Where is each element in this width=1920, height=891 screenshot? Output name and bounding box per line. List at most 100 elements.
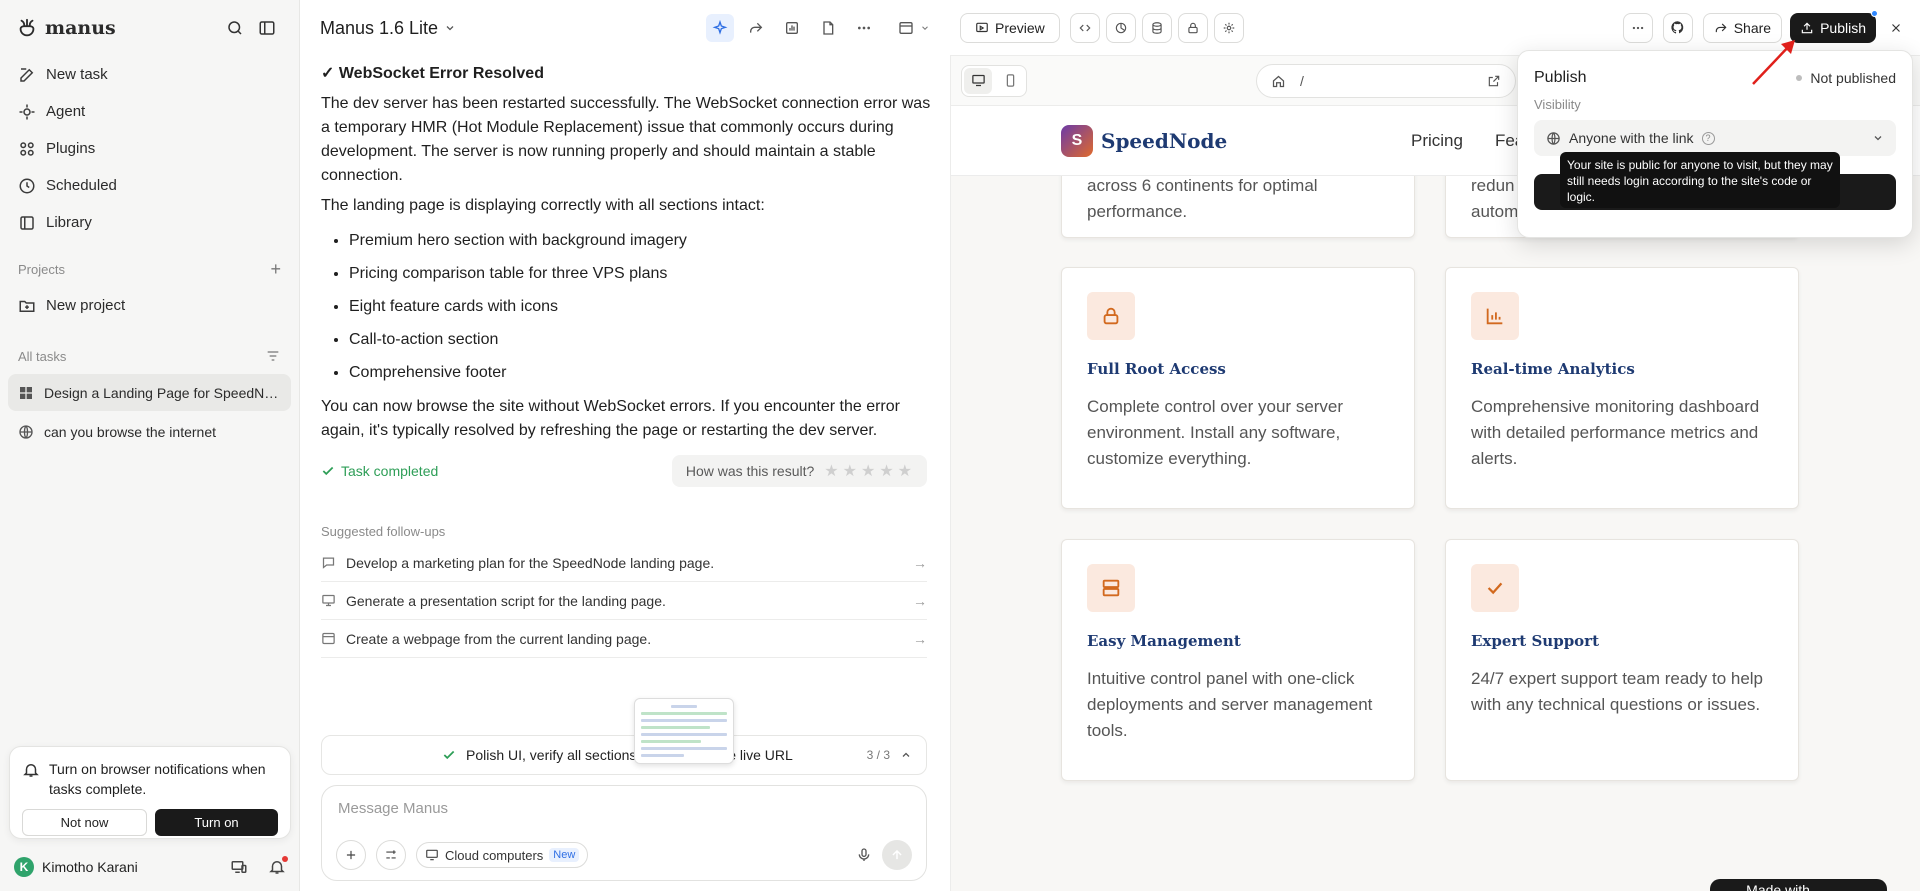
projects-label: Projects xyxy=(18,261,65,277)
star-icon[interactable]: ★ xyxy=(824,461,839,481)
sidebar: manus New task Agent Plugins Scheduled L… xyxy=(0,0,300,891)
sidebar-toggle-icon[interactable] xyxy=(251,12,283,44)
rating-prompt: How was this result? xyxy=(685,463,815,479)
visibility-select[interactable]: Anyone with the link ? xyxy=(1534,120,1896,156)
task-progress-card[interactable]: Polish UI, verify all sections, and deli… xyxy=(321,735,927,775)
check-icon xyxy=(1471,564,1519,612)
site-brand-name: SpeedNode xyxy=(1101,128,1228,153)
add-project-icon[interactable]: + xyxy=(270,259,281,280)
github-icon[interactable] xyxy=(1662,12,1693,43)
database-icon[interactable] xyxy=(1141,12,1172,43)
chevron-down-icon[interactable] xyxy=(920,23,930,33)
plugins-icon xyxy=(20,141,34,156)
followup-item[interactable]: Create a webpage from the current landin… xyxy=(321,620,927,658)
devices-icon[interactable] xyxy=(230,858,248,876)
arrow-right-icon: → xyxy=(913,554,927,571)
notifications-bell-icon[interactable] xyxy=(268,856,288,876)
edit-icon xyxy=(20,67,34,82)
star-icon[interactable]: ★ xyxy=(879,461,894,481)
preview-tab[interactable]: Preview xyxy=(960,12,1060,43)
arrow-right-icon: → xyxy=(913,592,927,609)
nav-scheduled[interactable]: Scheduled xyxy=(0,167,299,204)
help-icon[interactable]: ? xyxy=(1701,131,1715,145)
publish-status: Not published xyxy=(1796,70,1896,86)
cloud-computers-chip[interactable]: Cloud computers New xyxy=(416,842,589,868)
library-icon xyxy=(20,215,34,230)
check-icon xyxy=(322,466,334,476)
home-icon[interactable] xyxy=(1271,74,1286,89)
external-link-icon[interactable] xyxy=(1487,74,1501,88)
star-icon[interactable]: ★ xyxy=(861,461,876,481)
task-item[interactable]: Design a Landing Page for SpeedN… xyxy=(8,374,291,411)
settings-icon[interactable] xyxy=(1213,12,1244,43)
filter-icon[interactable] xyxy=(265,348,281,364)
feature-card: Expert Support 24/7 expert support team … xyxy=(1445,539,1799,781)
task-item[interactable]: can you browse the internet xyxy=(8,413,291,450)
nav-agent[interactable]: Agent xyxy=(0,93,299,130)
chevron-down-icon xyxy=(1874,136,1882,141)
user-name[interactable]: Kimotho Karani xyxy=(42,859,138,875)
message-composer[interactable]: Message Manus Cloud computers New xyxy=(321,785,927,881)
lock-icon[interactable] xyxy=(1177,12,1208,43)
chevron-up-icon[interactable] xyxy=(900,749,912,761)
publish-button[interactable]: Publish xyxy=(1790,9,1878,43)
feature-card: Real-time Analytics Comprehensive monito… xyxy=(1445,267,1799,509)
nav-plugins[interactable]: Plugins xyxy=(0,130,299,167)
add-attachment-button[interactable] xyxy=(336,840,366,870)
nav-label: Scheduled xyxy=(46,177,117,194)
file-icon[interactable] xyxy=(814,14,842,42)
list-item: Pricing comparison table for three VPS p… xyxy=(349,257,931,290)
sparkle-icon[interactable] xyxy=(706,14,734,42)
publish-indicator-dot xyxy=(1871,9,1878,17)
turn-on-button[interactable]: Turn on xyxy=(155,809,278,836)
feature-card-text: Comprehensive monitoring dashboard with … xyxy=(1471,397,1760,468)
assistant-message: ✓ WebSocket Error Resolved The dev serve… xyxy=(321,62,931,449)
publish-label: Publish xyxy=(1820,19,1866,36)
followups-title: Suggested follow-ups xyxy=(321,524,446,539)
followup-item[interactable]: Generate a presentation script for the l… xyxy=(321,582,927,620)
share-arrow-icon[interactable] xyxy=(742,14,770,42)
new-project-item[interactable]: New project xyxy=(0,287,299,324)
close-icon[interactable] xyxy=(1882,21,1910,35)
followup-text: Create a webpage from the current landin… xyxy=(346,630,652,647)
followup-item[interactable]: Develop a marketing plan for the SpeedNo… xyxy=(321,544,927,582)
task-completed-status: Task completed xyxy=(321,463,438,479)
nav-library[interactable]: Library xyxy=(0,204,299,241)
dashboard-icon[interactable] xyxy=(1105,12,1136,43)
manus-logo[interactable]: manus xyxy=(16,17,116,39)
desktop-icon[interactable] xyxy=(964,67,992,94)
more-icon[interactable] xyxy=(850,14,878,42)
clock-icon xyxy=(19,178,35,193)
nav-new-task[interactable]: New task xyxy=(0,56,299,93)
mobile-icon[interactable] xyxy=(996,68,1024,94)
tools-button[interactable] xyxy=(376,840,406,870)
computer-thumbnail[interactable] xyxy=(634,698,734,764)
star-icon[interactable]: ★ xyxy=(898,461,913,481)
all-tasks-header: All tasks xyxy=(0,338,299,374)
made-with-manus-badge[interactable]: Made with Manus ✕ xyxy=(1710,879,1887,891)
message-paragraph: The dev server has been restarted succes… xyxy=(321,95,931,184)
search-icon[interactable] xyxy=(219,12,251,44)
send-button[interactable] xyxy=(882,840,912,870)
made-with-label: Made with Manus xyxy=(1746,882,1810,891)
url-bar[interactable]: / xyxy=(1256,64,1516,98)
arrow-up-icon xyxy=(892,849,902,860)
agent-icon xyxy=(19,104,35,119)
message-input[interactable]: Message Manus xyxy=(338,800,910,817)
feature-card: Easy Management Intuitive control panel … xyxy=(1061,539,1415,781)
feature-card-title: Easy Management xyxy=(1087,632,1241,650)
code-icon[interactable] xyxy=(1069,12,1100,43)
avatar[interactable]: K xyxy=(14,857,34,877)
site-brand[interactable]: S SpeedNode xyxy=(1061,124,1228,157)
site-nav-link[interactable]: Pricing xyxy=(1411,131,1463,151)
model-selector[interactable]: Manus 1.6 Lite xyxy=(320,18,456,39)
star-icon[interactable]: ★ xyxy=(843,461,858,481)
microphone-icon[interactable] xyxy=(856,847,872,863)
followup-text: Generate a presentation script for the l… xyxy=(346,592,666,609)
folder-plus-icon xyxy=(19,300,35,312)
not-now-button[interactable]: Not now xyxy=(22,809,147,836)
preview-label: Preview xyxy=(995,19,1045,36)
chart-icon[interactable] xyxy=(778,14,806,42)
more-icon[interactable] xyxy=(1622,12,1653,43)
browser-window-icon[interactable] xyxy=(892,14,920,42)
